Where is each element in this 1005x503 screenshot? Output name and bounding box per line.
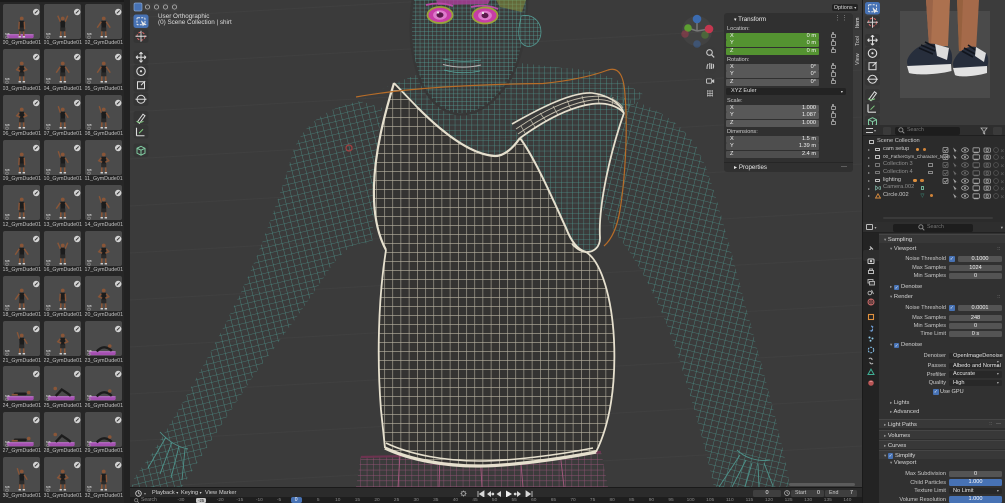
svg-text:82B: 82B xyxy=(46,168,51,172)
svg-text:82B: 82B xyxy=(5,32,10,36)
svg-text:82B: 82B xyxy=(46,213,51,217)
svg-text:82B: 82B xyxy=(46,440,51,444)
svg-text:82B: 82B xyxy=(46,394,51,398)
svg-text:82B: 82B xyxy=(87,304,92,308)
svg-text:82B: 82B xyxy=(5,77,10,81)
svg-text:82B: 82B xyxy=(46,123,51,127)
svg-text:82B: 82B xyxy=(46,32,51,36)
svg-text:82B: 82B xyxy=(46,485,51,489)
svg-text:82B: 82B xyxy=(5,349,10,353)
svg-text:82B: 82B xyxy=(46,259,51,263)
svg-text:82B: 82B xyxy=(5,213,10,217)
svg-text:82B: 82B xyxy=(5,394,10,398)
svg-text:82B: 82B xyxy=(46,304,51,308)
svg-text:82B: 82B xyxy=(5,123,10,127)
svg-text:82B: 82B xyxy=(5,304,10,308)
svg-text:82B: 82B xyxy=(46,77,51,81)
svg-text:82B: 82B xyxy=(5,168,10,172)
svg-text:82B: 82B xyxy=(5,440,10,444)
svg-text:82B: 82B xyxy=(87,440,92,444)
svg-text:82B: 82B xyxy=(87,394,92,398)
svg-text:82B: 82B xyxy=(87,259,92,263)
svg-text:82B: 82B xyxy=(5,259,10,263)
svg-text:82B: 82B xyxy=(87,77,92,81)
svg-text:82B: 82B xyxy=(5,485,10,489)
svg-text:82B: 82B xyxy=(87,32,92,36)
svg-text:82B: 82B xyxy=(87,213,92,217)
svg-text:82B: 82B xyxy=(46,349,51,353)
svg-text:82B: 82B xyxy=(87,485,92,489)
svg-text:82B: 82B xyxy=(87,168,92,172)
svg-text:82B: 82B xyxy=(87,349,92,353)
svg-text:82B: 82B xyxy=(87,123,92,127)
